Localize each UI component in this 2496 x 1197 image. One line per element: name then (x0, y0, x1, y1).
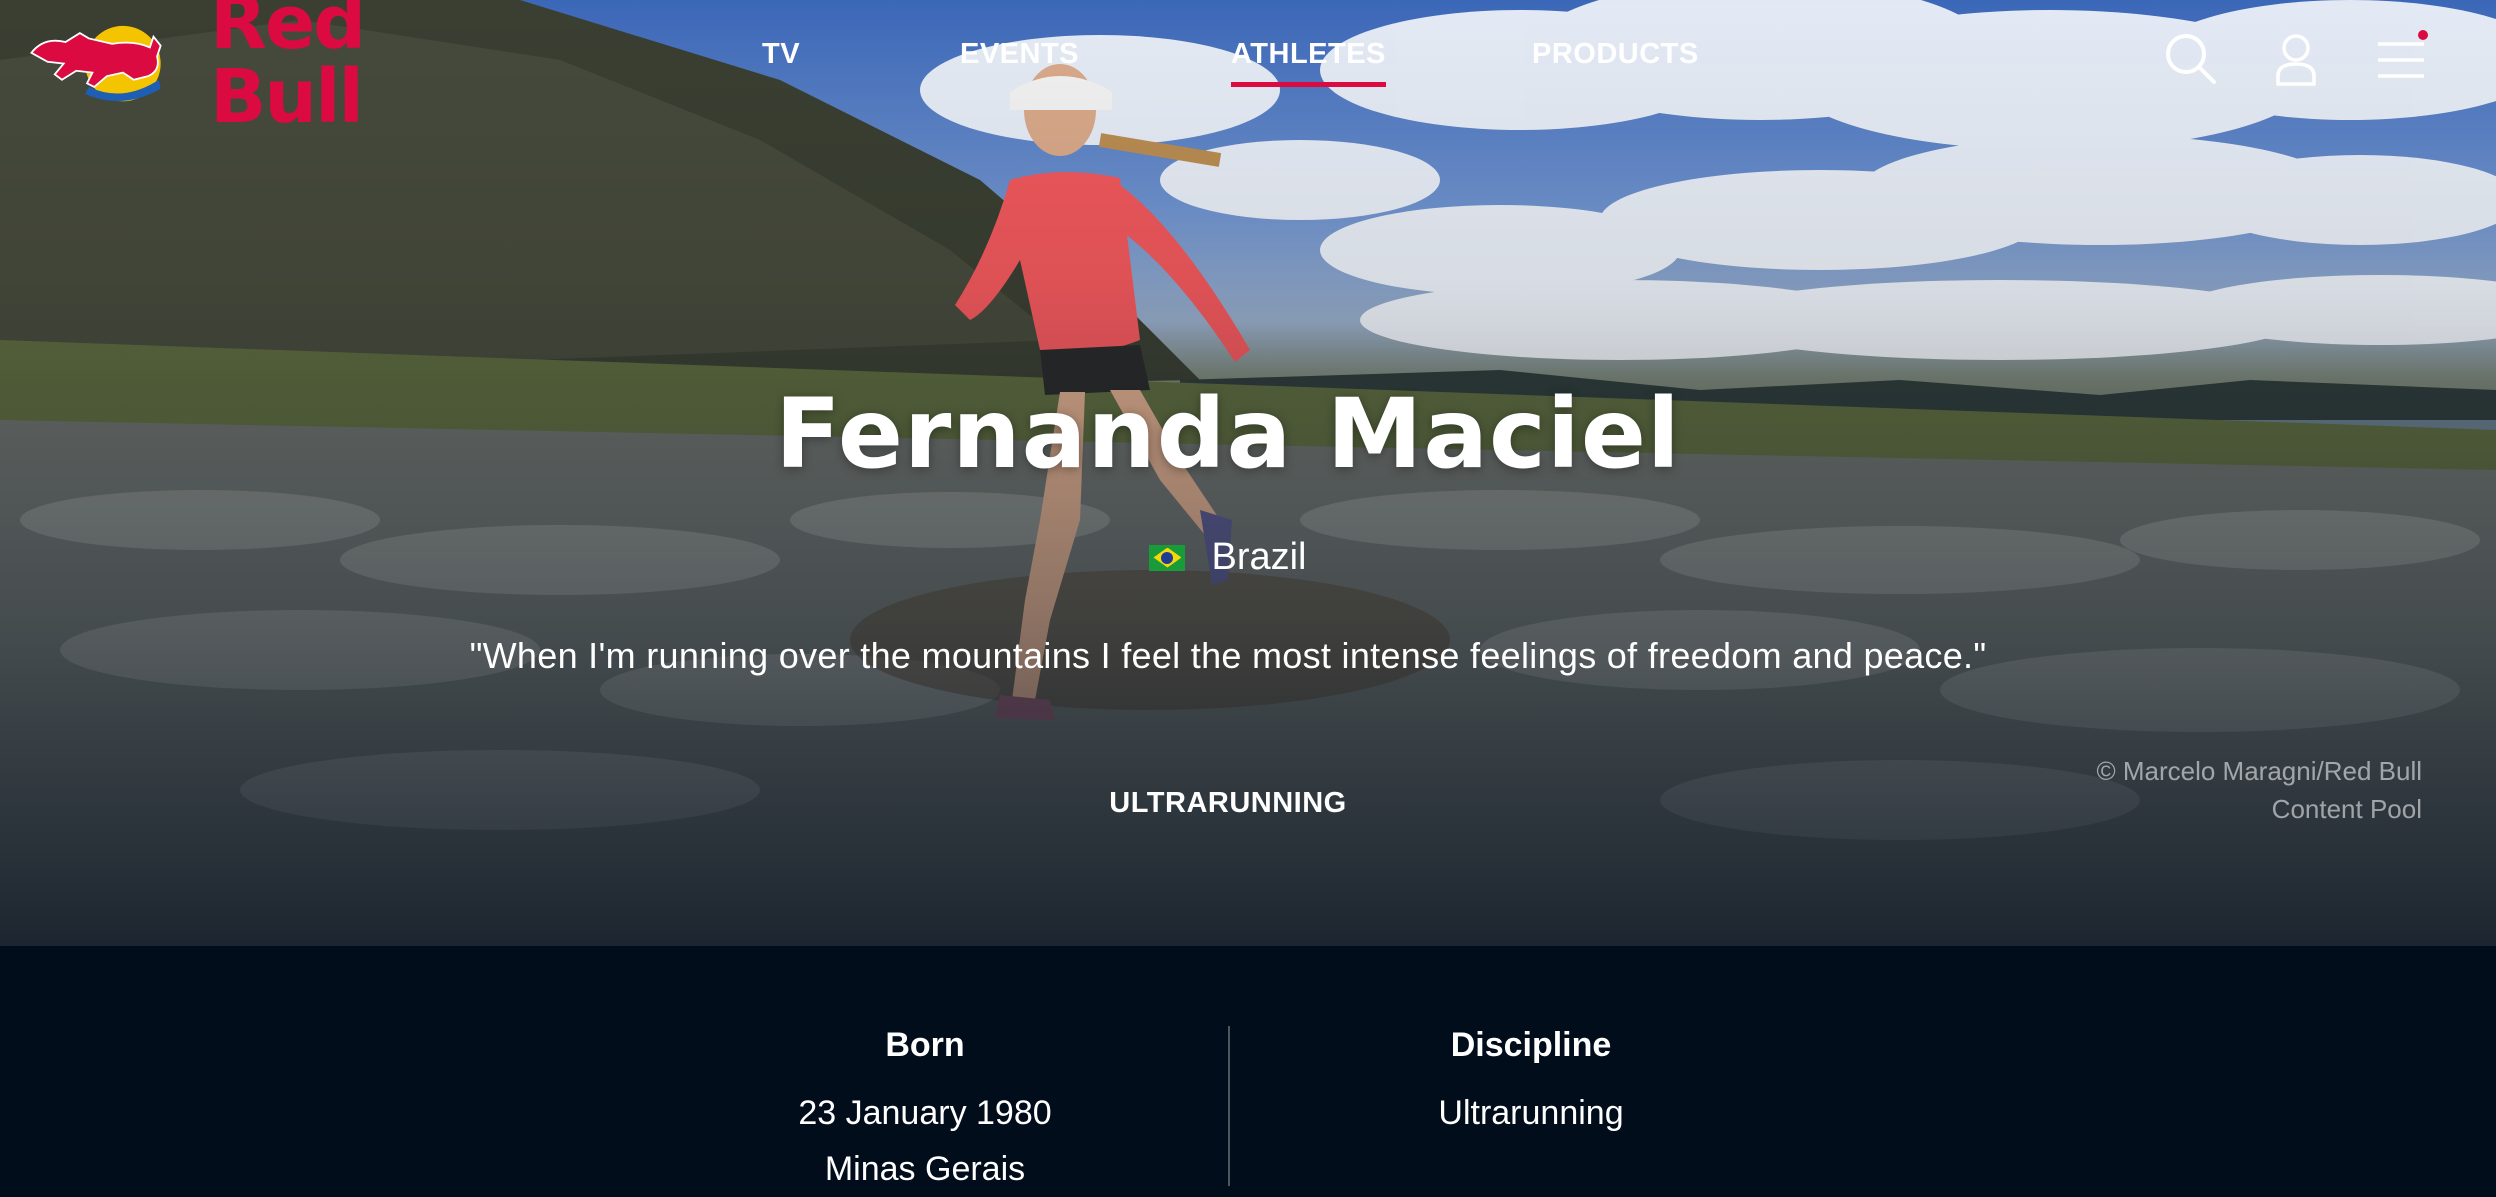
country-label: Brazil (1211, 536, 1307, 578)
discipline-info: Discipline Ultrarunning (1231, 1026, 1831, 1141)
born-date: 23 January 1980 (798, 1094, 1052, 1132)
photo-credit: © Marcelo Maragni/Red Bull Content Pool (2096, 752, 2422, 828)
photo-credit-line2: Content Pool (2271, 794, 2422, 824)
athlete-info-section: Born 23 January 1980 Minas Gerais Discip… (0, 946, 2496, 1192)
discipline-link[interactable]: ULTRARUNNING (0, 787, 2456, 820)
born-place: Minas Gerais (824, 1150, 1026, 1188)
brazil-flag-icon (1149, 544, 1186, 571)
discipline-title: Discipline (1450, 1026, 1612, 1064)
born-title: Born (885, 1026, 965, 1064)
search-icon[interactable] (2162, 30, 2222, 90)
red-bull-emblem-icon (30, 25, 162, 102)
user-icon[interactable] (2266, 30, 2326, 90)
red-bull-logo[interactable]: Red Bull (26, 0, 506, 134)
top-navigation: Red Bull TV EVENTS ATHLETES PRODUCTS (0, 0, 2496, 134)
notification-dot-icon (2418, 30, 2428, 40)
born-info: Born 23 January 1980 Minas Gerais (625, 1026, 1225, 1197)
athlete-country: Brazil (0, 536, 2456, 579)
photo-credit-line1: © Marcelo Maragni/Red Bull (2096, 756, 2422, 786)
discipline-value: Ultrarunning (1438, 1094, 1624, 1132)
hero-banner: Fernanda Maciel Brazil "When I'm running… (0, 0, 2496, 946)
nav-athletes[interactable]: ATHLETES (1231, 38, 1386, 87)
menu-icon[interactable] (2374, 30, 2434, 90)
athlete-name: Fernanda Maciel (775, 378, 1681, 490)
nav-products[interactable]: PRODUCTS (1532, 38, 1699, 71)
nav-events[interactable]: EVENTS (960, 38, 1079, 71)
nav-tv[interactable]: TV (762, 38, 800, 71)
info-divider (1228, 1026, 1230, 1186)
brand-wordmark: Red Bull (210, 0, 366, 140)
athlete-quote: "When I'm running over the mountains I f… (469, 635, 1987, 676)
